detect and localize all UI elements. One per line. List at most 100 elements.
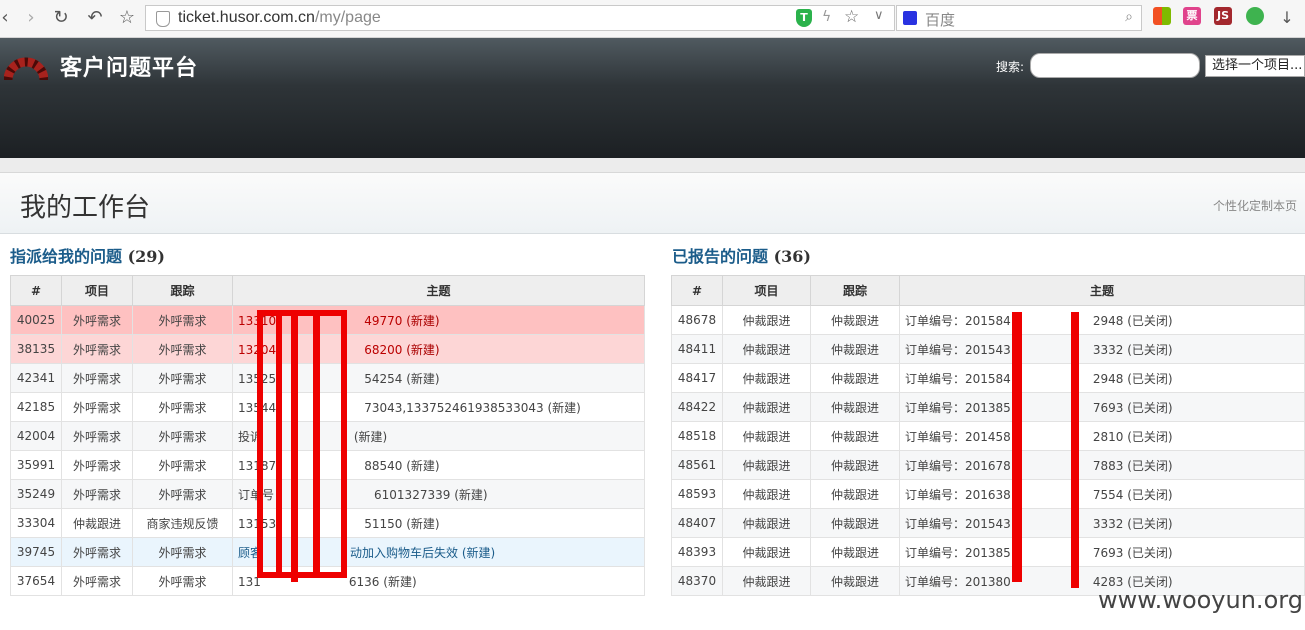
issue-tracker: 仲裁跟进 — [810, 566, 900, 596]
issue-id-link[interactable]: 42004 — [10, 421, 62, 451]
project-jump-select[interactable]: 选择一个项目... — [1205, 55, 1305, 77]
browser-search-box[interactable]: 百度 ⌕ — [896, 5, 1142, 31]
issue-id-link[interactable]: 42185 — [10, 392, 62, 422]
issue-subject[interactable]: 订单编号：201543 3332 (已关闭) — [899, 334, 1305, 364]
issue-row: 48678 仲裁跟进 仲裁跟进 订单编号：201584 2948 (已关闭) — [671, 305, 1305, 335]
issue-id-link[interactable]: 48393 — [671, 537, 723, 567]
issue-subject-link[interactable]: 订单编号：201543 — [905, 517, 1011, 531]
column-header-project[interactable]: 项目 — [722, 275, 811, 306]
issue-subject-tail[interactable]: 2810 — [1093, 430, 1124, 444]
issue-subject[interactable]: 订单编号：201543 3332 (已关闭) — [899, 508, 1305, 538]
issue-id-link[interactable]: 48518 — [671, 421, 723, 451]
issue-subject-link[interactable]: 订单编号：201385 — [905, 546, 1011, 560]
issue-subject-tail[interactable]: 7693 — [1093, 546, 1124, 560]
issue-status: (已关闭) — [1127, 516, 1173, 531]
js-extension-icon[interactable]: JS — [1214, 7, 1232, 25]
issue-subject-tail[interactable]: 49770 — [364, 314, 402, 328]
issue-subject-tail[interactable]: 2948 — [1093, 372, 1124, 386]
lightning-icon[interactable]: ϟ — [822, 9, 831, 25]
issue-subject-tail[interactable]: 7693 — [1093, 401, 1124, 415]
issue-subject-link[interactable]: 订单编号：201458 — [905, 430, 1011, 444]
issue-project: 外呼需求 — [61, 363, 133, 393]
column-header-id[interactable]: # — [671, 275, 723, 306]
issue-subject[interactable]: 订单编号：201385 7693 (已关闭) — [899, 392, 1305, 422]
issue-id-link[interactable]: 48411 — [671, 334, 723, 364]
issue-subject-tail[interactable]: 68200 — [364, 343, 402, 357]
issue-subject-tail[interactable]: 3332 — [1093, 343, 1124, 357]
forward-icon[interactable]: › — [20, 7, 42, 29]
issue-subject-tail[interactable]: 6136 — [349, 575, 380, 589]
site-title[interactable]: 客户问题平台 — [60, 50, 198, 82]
issue-subject-tail[interactable]: 动加入购物车后失效 — [350, 546, 458, 560]
issue-subject-tail[interactable]: 3332 — [1093, 517, 1124, 531]
favorite-star-icon[interactable]: ☆ — [844, 7, 859, 27]
ticket-extension-icon[interactable]: 票 — [1183, 7, 1201, 25]
column-header-subject[interactable]: 主题 — [899, 275, 1305, 306]
issue-subject-tail[interactable]: 54254 — [364, 372, 402, 386]
issue-subject-link[interactable]: 订单编号：201543 — [905, 343, 1011, 357]
issue-id-link[interactable]: 40025 — [10, 305, 62, 335]
undo-icon[interactable]: ↶ — [84, 7, 106, 29]
issue-id-link[interactable]: 48422 — [671, 392, 723, 422]
issue-subject-link[interactable]: 订单编号：201638 — [905, 488, 1011, 502]
issue-subject-tail[interactable]: 6101327339 — [374, 488, 450, 502]
issue-id-link[interactable]: 48417 — [671, 363, 723, 393]
issue-subject[interactable]: 订单编号：201584 2948 (已关闭) — [899, 363, 1305, 393]
issue-id-link[interactable]: 35249 — [10, 479, 62, 509]
issue-subject-link[interactable]: 订单编号：201380 — [905, 575, 1011, 589]
dropdown-chevron-icon[interactable]: ∨ — [874, 8, 884, 23]
issue-subject[interactable]: 订单编号：201584 2948 (已关闭) — [899, 305, 1305, 335]
download-icon[interactable]: ↓ — [1276, 7, 1298, 29]
column-header-tracker[interactable]: 跟踪 — [810, 275, 900, 306]
reported-issues-title[interactable]: 已报告的问题 — [672, 247, 768, 266]
site-info-icon[interactable] — [156, 11, 170, 27]
bookmark-star-icon[interactable]: ☆ — [116, 7, 138, 29]
issue-subject-tail[interactable]: 7883 — [1093, 459, 1124, 473]
column-header-project[interactable]: 项目 — [61, 275, 133, 306]
issue-subject[interactable]: 订单编号：201385 7693 (已关闭) — [899, 537, 1305, 567]
apps-icon[interactable] — [1153, 7, 1171, 25]
issue-id-link[interactable]: 48561 — [671, 450, 723, 480]
issue-id-link[interactable]: 48370 — [671, 566, 723, 596]
issue-subject-link[interactable]: 订单编号：201584 — [905, 372, 1011, 386]
issue-subject-tail[interactable]: 2948 — [1093, 314, 1124, 328]
search-engine-label: 百度 — [925, 11, 956, 29]
issue-subject-tail[interactable]: 88540 — [364, 459, 402, 473]
security-shield-icon[interactable]: T — [796, 9, 812, 27]
column-header-id[interactable]: # — [10, 275, 62, 306]
reported-issues-heading[interactable]: 已报告的问题 (36) — [672, 243, 811, 267]
issue-subject-link[interactable]: 订单编号：201385 — [905, 401, 1011, 415]
reload-icon[interactable]: ↻ — [50, 7, 72, 29]
issue-id-link[interactable]: 35991 — [10, 450, 62, 480]
issue-subject[interactable]: 订单编号：201678 7883 (已关闭) — [899, 450, 1305, 480]
quick-search-input[interactable] — [1030, 53, 1200, 78]
issue-row: 48417 仲裁跟进 仲裁跟进 订单编号：201584 2948 (已关闭) — [671, 363, 1305, 393]
issue-id-link[interactable]: 39745 — [10, 537, 62, 567]
site-header: 客户问题平台 搜索: 选择一个项目... — [0, 38, 1305, 158]
search-icon[interactable]: ⌕ — [1125, 9, 1133, 25]
issue-subject[interactable]: 订单编号：201638 7554 (已关闭) — [899, 479, 1305, 509]
issue-id-link[interactable]: 33304 — [10, 508, 62, 538]
green-extension-icon[interactable] — [1246, 7, 1264, 25]
issue-id-link[interactable]: 48407 — [671, 508, 723, 538]
header-divider — [0, 158, 1305, 172]
customize-page-link[interactable]: 个性化定制本页 — [1213, 197, 1297, 214]
issue-subject[interactable]: 订单编号：201458 2810 (已关闭) — [899, 421, 1305, 451]
issue-subject-tail[interactable]: 73043,133752461938533043 — [364, 401, 543, 415]
issue-status: (已关闭) — [1127, 429, 1173, 444]
assigned-issues-title[interactable]: 指派给我的问题 — [10, 247, 122, 266]
issue-id-link[interactable]: 38135 — [10, 334, 62, 364]
issue-subject-link[interactable]: 订单编号：201678 — [905, 459, 1011, 473]
issue-id-link[interactable]: 37654 — [10, 566, 62, 596]
issue-subject-tail[interactable]: 7554 — [1093, 488, 1124, 502]
column-header-subject[interactable]: 主题 — [232, 275, 645, 306]
issue-id-link[interactable]: 48678 — [671, 305, 723, 335]
issue-subject-tail[interactable]: 51150 — [364, 517, 402, 531]
issue-subject-link[interactable]: 订单编号：201584 — [905, 314, 1011, 328]
issue-id-link[interactable]: 48593 — [671, 479, 723, 509]
address-bar[interactable]: ticket.husor.com.cn/my/page T ϟ ☆ ∨ — [145, 5, 895, 31]
back-icon[interactable]: ‹ — [0, 7, 16, 29]
issue-id-link[interactable]: 42341 — [10, 363, 62, 393]
assigned-issues-heading[interactable]: 指派给我的问题 (29) — [10, 243, 165, 267]
column-header-tracker[interactable]: 跟踪 — [132, 275, 233, 306]
